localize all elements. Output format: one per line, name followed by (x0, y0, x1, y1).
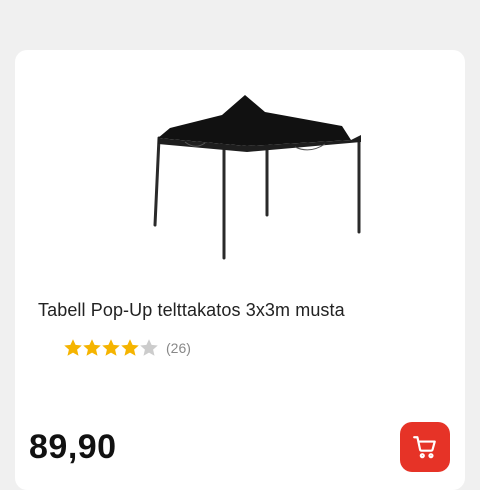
star-filled-icon (64, 339, 82, 356)
product-image[interactable] (125, 90, 365, 270)
shopping-cart-icon (413, 436, 436, 459)
star-filled-icon (121, 339, 139, 356)
add-to-cart-button[interactable] (400, 422, 450, 472)
star-filled-icon (102, 339, 120, 356)
star-filled-icon (83, 339, 101, 356)
review-count[interactable]: (26) (166, 340, 191, 356)
product-rating: (26) (63, 338, 191, 358)
product-card[interactable]: Tabell Pop-Up telttakatos 3x3m musta (26… (15, 50, 465, 490)
product-title[interactable]: Tabell Pop-Up telttakatos 3x3m musta (38, 300, 345, 321)
product-price: 89,90 (29, 428, 117, 466)
star-empty-icon (140, 339, 158, 356)
rating-stars (63, 338, 158, 358)
